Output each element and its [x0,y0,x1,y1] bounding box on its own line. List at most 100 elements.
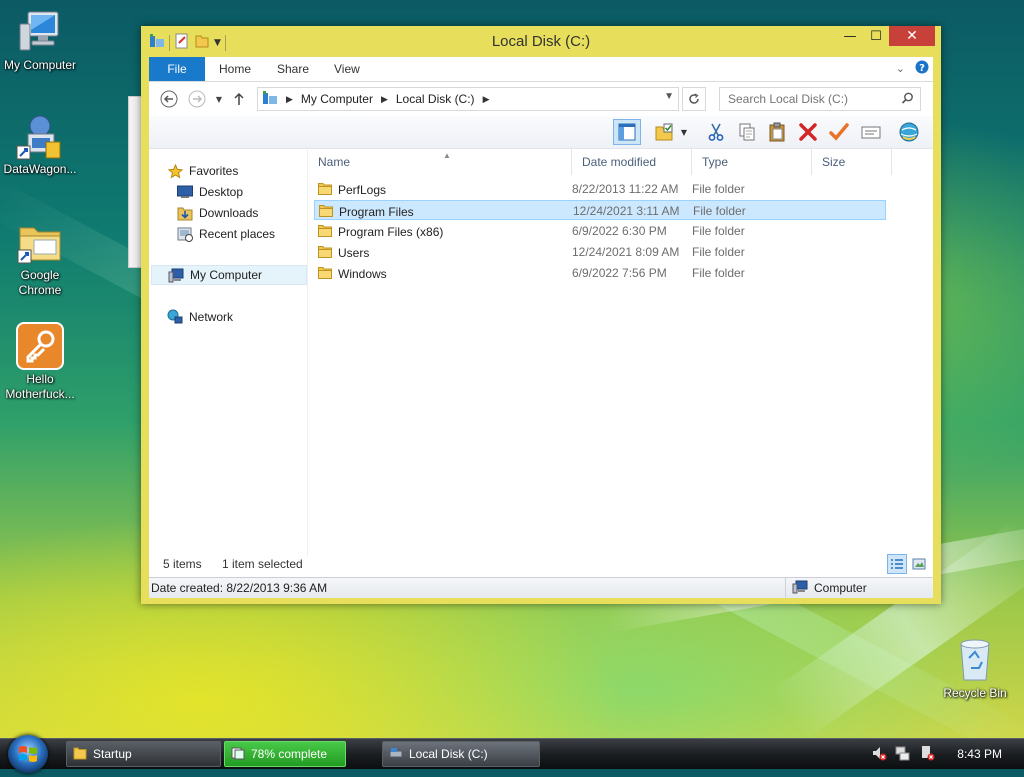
desktop-icon-label: DataWagon... [3,162,77,176]
window-title: Local Disk (C:) [491,33,591,50]
paste-icon[interactable] [763,119,791,145]
tab-share[interactable]: Share [277,57,309,81]
start-button[interactable] [8,735,48,773]
network-globe-icon[interactable] [895,119,923,145]
tab-view[interactable]: View [334,57,360,81]
nav-network[interactable]: Network [167,307,323,327]
svg-text:?: ? [919,63,925,74]
folder-icon [318,224,332,240]
nav-my-computer[interactable]: My Computer [151,265,307,285]
ribbon-tabs: File Home Share View ⌄ ? [149,57,933,82]
folder-shortcut-icon [16,218,64,266]
nav-network-label: Network [189,310,234,324]
file-type: File folder [692,224,745,238]
zone-label: Computer [814,581,867,595]
column-header-name[interactable]: ▲ Name [308,149,572,175]
refresh-button[interactable] [682,87,706,111]
file-name: PerfLogs [338,183,387,197]
desktop-icon [177,184,193,200]
tab-home[interactable]: Home [219,57,251,81]
breadcrumb-separator-icon[interactable]: ▶ [381,94,388,105]
desktop-icon-recycle-bin[interactable]: Recycle Bin [935,636,1015,701]
desktop-icon-hello[interactable]: Hello Motherfuck... [0,322,80,402]
recent-places-icon [177,226,193,242]
copy-icon[interactable] [733,119,761,145]
expand-ribbon-icon[interactable]: ⌄ [896,62,905,75]
cut-icon[interactable] [702,119,730,145]
network-status-icon[interactable] [895,745,911,764]
desktop-icon-label: Google [20,268,60,282]
file-date: 12/24/2021 8:09 AM [572,245,680,259]
search-icon[interactable] [901,92,914,108]
explorer-window[interactable]: ▼ Local Disk (C:) — ☐ ✕ File Home Share … [141,26,941,604]
breadcrumb-my-computer[interactable]: My Computer [301,92,373,106]
address-bar-row: ▼ ▶ My Computer ▶ Local Disk (C:) ▶ ▼ [149,82,933,116]
nav-favorites[interactable]: Favorites [167,161,323,181]
help-icon[interactable]: ? [915,60,929,77]
details-view-icon[interactable] [887,554,907,574]
column-header-label: Type [702,155,729,169]
file-date: 12/24/2021 3:11 AM [573,204,680,218]
recent-locations-dropdown[interactable]: ▼ [209,89,229,109]
recycle-bin-icon [951,636,999,684]
delete-icon[interactable] [794,119,822,145]
downloads-folder-icon [177,205,193,221]
item-count: 5 items [163,557,202,571]
windows-logo-icon [19,746,37,762]
layout-pane-button[interactable] [613,119,641,145]
desktop-icon-google-chrome[interactable]: Google Chrome [0,218,80,298]
close-button[interactable]: ✕ [889,26,935,46]
star-icon [167,163,183,179]
forward-button[interactable] [187,89,207,109]
taskbar-button-startup[interactable]: Startup [66,741,221,767]
properties-panel-icon[interactable] [857,119,885,145]
date-created-text: Date created: 8/22/2013 9:36 AM [151,581,328,595]
file-row-program-files[interactable]: Program Files 12/24/2021 3:11 AM File fo… [314,200,886,220]
breadcrumb-local-disk[interactable]: Local Disk (C:) [396,92,475,106]
title-bar[interactable]: ▼ Local Disk (C:) — ☐ ✕ [141,26,941,56]
file-name: Program Files (x86) [338,225,444,239]
column-header-size[interactable]: Size [812,149,892,175]
file-type: File folder [693,204,746,218]
ribbon-right-controls: ⌄ ? [896,60,929,77]
computer-icon [16,8,64,56]
file-row-perflogs[interactable]: PerfLogs 8/22/2013 11:22 AM File folder [314,179,886,199]
folder-options-icon[interactable] [651,119,679,145]
taskbar-button-label: Local Disk (C:) [409,747,488,761]
search-input[interactable] [726,88,900,110]
file-row-windows[interactable]: Windows 6/9/2022 7:56 PM File folder [314,263,886,283]
key-app-icon [16,322,64,370]
folder-options-dropdown-icon[interactable]: ▼ [677,119,691,145]
file-row-program-files-x86[interactable]: Program Files (x86) 6/9/2022 6:30 PM Fil… [314,221,886,241]
large-icons-view-icon[interactable] [909,554,929,574]
desktop-icon-label: My Computer [3,58,77,72]
folder-icon [319,204,333,220]
breadcrumb-separator-icon[interactable]: ▶ [483,94,490,105]
column-header-date-modified[interactable]: Date modified [572,149,692,175]
folder-icon [318,245,332,261]
desktop-icon-label: Recycle Bin [943,686,1007,700]
taskbar-button-local-disk[interactable]: Local Disk (C:) [382,741,540,767]
back-button[interactable] [159,89,179,109]
taskbar-button-label: Startup [93,747,132,761]
address-dropdown-icon[interactable]: ▼ [664,91,674,102]
minimize-button[interactable]: — [837,26,863,46]
maximize-button[interactable]: ☐ [863,26,889,46]
action-center-alert-icon[interactable] [919,745,935,764]
file-name: Program Files [339,205,414,219]
up-button[interactable] [229,89,249,109]
rename-checkmark-icon[interactable] [825,119,853,145]
volume-muted-icon[interactable] [871,745,887,764]
desktop-icon-my-computer[interactable]: My Computer [0,8,80,73]
tab-file[interactable]: File [149,57,205,81]
file-row-users[interactable]: Users 12/24/2021 8:09 AM File folder [314,242,886,262]
taskbar-button-copy-progress[interactable]: 78% complete [224,741,346,767]
column-header-label: Date modified [582,155,657,169]
nav-my-computer-label: My Computer [190,268,263,282]
desktop-icon-datawagon[interactable]: DataWagon... [0,112,80,177]
column-header-type[interactable]: Type [692,149,812,175]
breadcrumb-separator-icon[interactable]: ▶ [286,94,293,105]
clock[interactable]: 8:43 PM [957,747,1002,761]
address-box[interactable]: ▶ My Computer ▶ Local Disk (C:) ▶ ▼ [257,87,679,111]
system-tray: 8:43 PM [871,739,1024,769]
